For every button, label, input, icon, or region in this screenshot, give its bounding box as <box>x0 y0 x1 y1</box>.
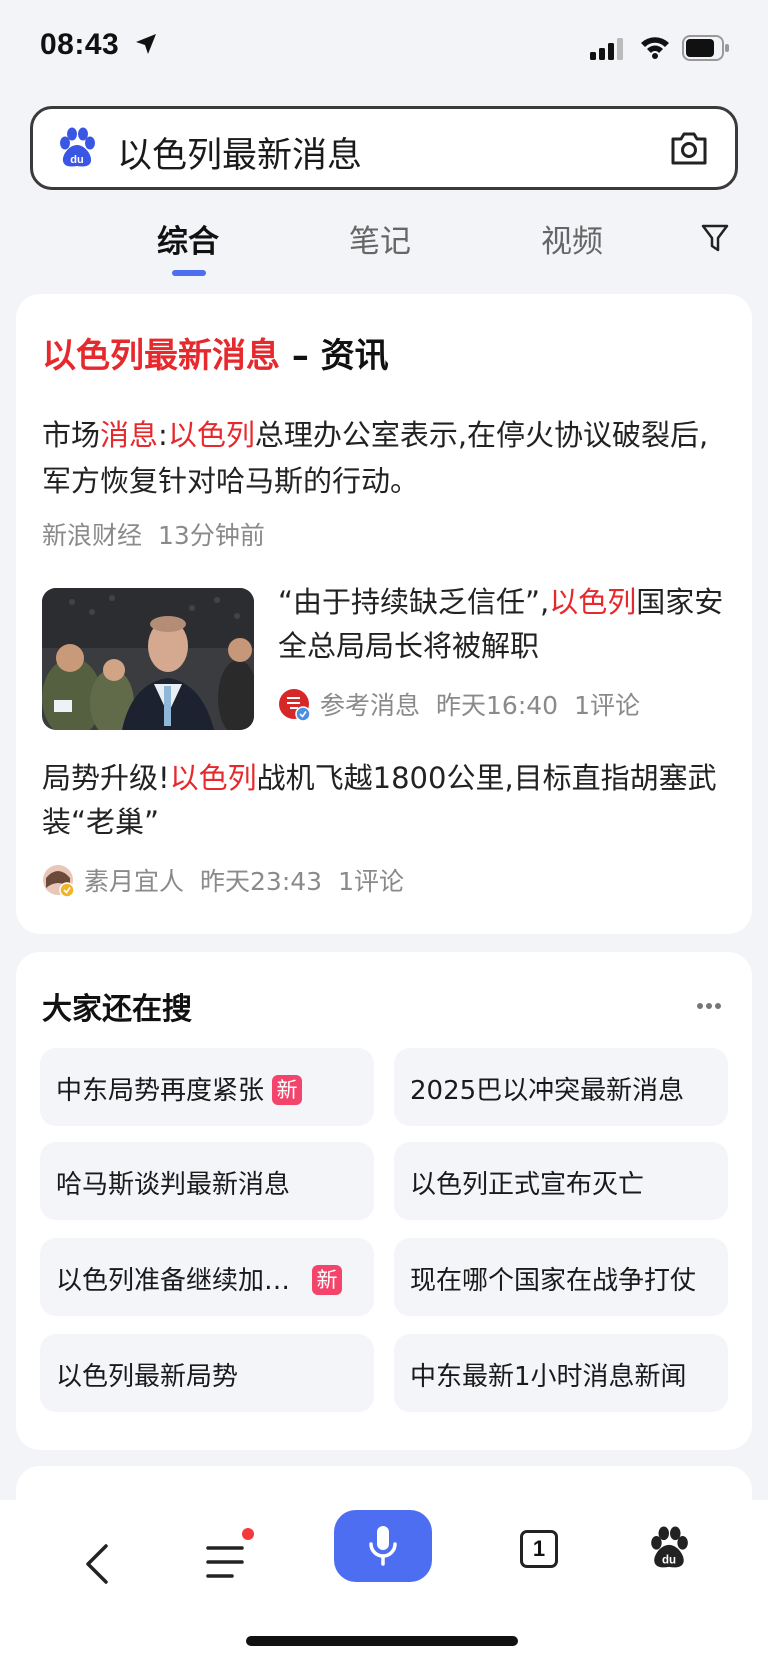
camera-icon[interactable] <box>669 129 709 167</box>
chip-label: 2025巴以冲突最新消息 <box>410 1076 685 1106</box>
tab-general[interactable]: 综合 <box>128 216 248 261</box>
news-source: 参考消息 <box>320 691 421 720</box>
bottom-toolbar: 1 du <box>0 1500 768 1663</box>
microphone-icon <box>369 1526 397 1566</box>
related-search-chip[interactable]: 以色列最新局势 <box>40 1334 374 1412</box>
title-highlight: 以色列 <box>169 761 257 795</box>
author-avatar-icon <box>43 865 75 898</box>
search-input[interactable]: 以色列最新消息 <box>117 127 362 178</box>
battery-icon <box>682 35 729 61</box>
notification-dot <box>242 1528 254 1540</box>
news-time: 昨天16:40 <box>436 691 559 720</box>
status-bar: 08:43 <box>0 0 768 96</box>
new-badge: 新 <box>312 1265 343 1295</box>
chip-label: 中东最新1小时消息新闻 <box>410 1362 687 1392</box>
news-item-3-meta: 素月宜人 昨天23:43 1评论 <box>42 862 420 898</box>
home-indicator <box>246 1636 518 1646</box>
news-author: 素月宜人 <box>84 867 185 896</box>
source-avatar-icon <box>279 689 311 722</box>
related-search-chip[interactable]: 现在哪个国家在战争打仗 <box>394 1238 728 1316</box>
baidu-paw-logo-icon: du <box>60 127 95 167</box>
search-box[interactable]: du 以色列最新消息 <box>30 106 738 190</box>
news-item-3-title[interactable]: 局势升级!以色列战机飞越1800公里,目标直指胡塞武装“老巢” <box>42 756 742 844</box>
news-card-title[interactable]: 以色列最新消息 – 资讯 <box>42 328 389 377</box>
related-search-chip[interactable]: 哈马斯谈判最新消息 <box>40 1142 374 1220</box>
news-source: 新浪财经 <box>42 521 143 550</box>
chip-label: 以色列最新局势 <box>56 1362 239 1392</box>
news-item-2-meta: 参考消息 昨天16:40 1评论 <box>278 686 656 722</box>
status-time: 08:43 <box>40 28 120 61</box>
chip-label: 以色列正式宣布灭亡 <box>410 1170 645 1200</box>
cellular-signal-icon <box>590 38 623 60</box>
related-search-chip[interactable]: 以色列正式宣布灭亡 <box>394 1142 728 1220</box>
chip-label: 哈马斯谈判最新消息 <box>56 1170 291 1200</box>
news-thumbnail-image[interactable] <box>42 588 254 730</box>
more-options-icon[interactable] <box>696 1002 722 1010</box>
lead-news-summary[interactable]: 市场消息:以色列总理办公室表示,在停火协议破裂后,军方恢复针对哈马斯的行动。 <box>42 412 732 504</box>
summary-highlight: 消息 <box>100 418 159 452</box>
related-search-chip[interactable]: 以色列准备继续加… 新 <box>40 1238 374 1316</box>
title-text: “由于持续缺乏信任”, <box>278 585 550 619</box>
chip-label: 以色列准备继续加… <box>56 1266 291 1296</box>
location-arrow-icon <box>136 34 156 54</box>
chip-label: 现在哪个国家在战争打仗 <box>410 1266 697 1296</box>
filter-icon[interactable] <box>700 222 730 254</box>
tab-count-button[interactable]: 1 <box>520 1530 558 1568</box>
tab-videos[interactable]: 视频 <box>512 216 632 261</box>
new-badge: 新 <box>272 1075 303 1105</box>
related-search-chip[interactable]: 2025巴以冲突最新消息 <box>394 1048 728 1126</box>
title-highlight: 以色列 <box>549 585 637 619</box>
title-text: 局势升级! <box>42 761 170 795</box>
active-tab-indicator <box>172 270 206 276</box>
related-searches-card: 大家还在搜 中东局势再度紧张新 2025巴以冲突最新消息 哈马斯谈判最新消息 以… <box>16 952 752 1450</box>
news-comments: 1评论 <box>338 867 404 896</box>
related-search-chip[interactable]: 中东局势再度紧张新 <box>40 1048 374 1126</box>
summary-text: : <box>158 418 168 452</box>
menu-icon[interactable] <box>206 1544 246 1580</box>
related-searches-title: 大家还在搜 <box>42 992 192 1027</box>
summary-highlight: 以色列 <box>167 418 255 452</box>
news-item-2-title[interactable]: “由于持续缺乏信任”,以色列国家安全总局局长将被解职 <box>278 580 728 668</box>
chip-label: 中东局势再度紧张 <box>56 1076 265 1106</box>
result-tabs: 综合 笔记 视频 <box>0 208 768 278</box>
news-time: 13分钟前 <box>158 521 265 550</box>
lead-news-meta: 新浪财经 13分钟前 <box>42 516 281 552</box>
baidu-home-icon[interactable]: du <box>648 1526 690 1570</box>
voice-search-button[interactable] <box>334 1510 432 1582</box>
svg-text:du: du <box>70 154 83 166</box>
news-title-highlight: 以色列最新消息 <box>42 336 280 376</box>
news-title-suffix: – 资讯 <box>280 336 389 376</box>
summary-text: 市场 <box>42 418 101 452</box>
news-time: 昨天23:43 <box>200 867 323 896</box>
svg-text:du: du <box>662 1555 676 1567</box>
back-arrow-icon[interactable] <box>82 1542 112 1586</box>
related-search-chip[interactable]: 中东最新1小时消息新闻 <box>394 1334 728 1412</box>
news-card: 以色列最新消息 – 资讯 市场消息:以色列总理办公室表示,在停火协议破裂后,军方… <box>16 294 752 934</box>
wifi-icon <box>641 37 669 59</box>
tab-notes[interactable]: 笔记 <box>320 216 440 261</box>
news-comments: 1评论 <box>574 691 640 720</box>
